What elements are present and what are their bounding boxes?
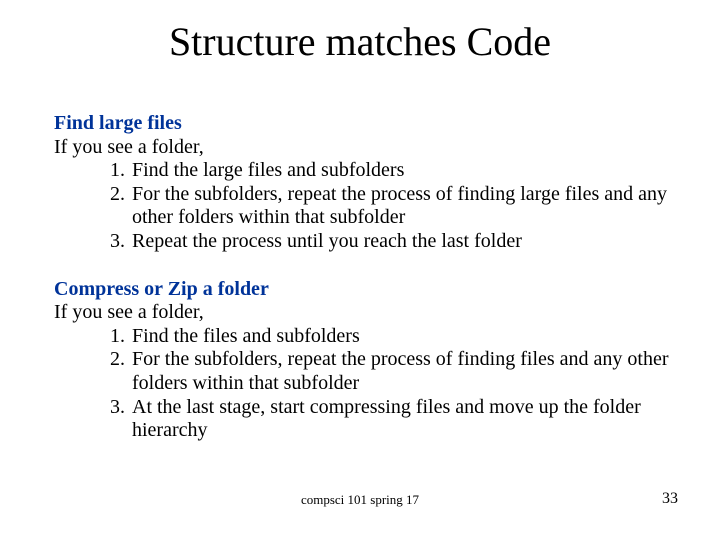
section1-lead: If you see a folder, (54, 136, 670, 160)
list-item: 1. Find the files and subfolders (110, 325, 670, 349)
section1-heading: Find large files (54, 112, 670, 136)
list-text: Find the large files and subfolders (132, 159, 670, 183)
list-number: 3. (110, 230, 132, 254)
list-item: 2. For the subfolders, repeat the proces… (110, 348, 670, 395)
section2-list: 1. Find the files and subfolders 2. For … (54, 325, 670, 443)
list-number: 2. (110, 183, 132, 207)
list-text: For the subfolders, repeat the process o… (132, 348, 670, 395)
slide-title: Structure matches Code (0, 18, 720, 65)
section1-list: 1. Find the large files and subfolders 2… (54, 159, 670, 253)
page-number: 33 (662, 490, 678, 508)
list-text: At the last stage, start compressing fil… (132, 396, 670, 443)
list-text: Find the files and subfolders (132, 325, 670, 349)
section2-heading: Compress or Zip a folder (54, 278, 670, 302)
list-number: 1. (110, 159, 132, 183)
list-item: 1. Find the large files and subfolders (110, 159, 670, 183)
list-text: Repeat the process until you reach the l… (132, 230, 670, 254)
slide: Structure matches Code Find large files … (0, 0, 720, 540)
list-number: 3. (110, 396, 132, 420)
slide-body: Find large files If you see a folder, 1.… (54, 112, 670, 443)
section2-lead: If you see a folder, (54, 301, 670, 325)
section-gap (54, 254, 670, 278)
list-number: 2. (110, 348, 132, 372)
list-item: 3. At the last stage, start compressing … (110, 396, 670, 443)
list-text: For the subfolders, repeat the process o… (132, 183, 670, 230)
list-number: 1. (110, 325, 132, 349)
list-item: 3. Repeat the process until you reach th… (110, 230, 670, 254)
list-item: 2. For the subfolders, repeat the proces… (110, 183, 670, 230)
footer-center: compsci 101 spring 17 (0, 492, 720, 508)
